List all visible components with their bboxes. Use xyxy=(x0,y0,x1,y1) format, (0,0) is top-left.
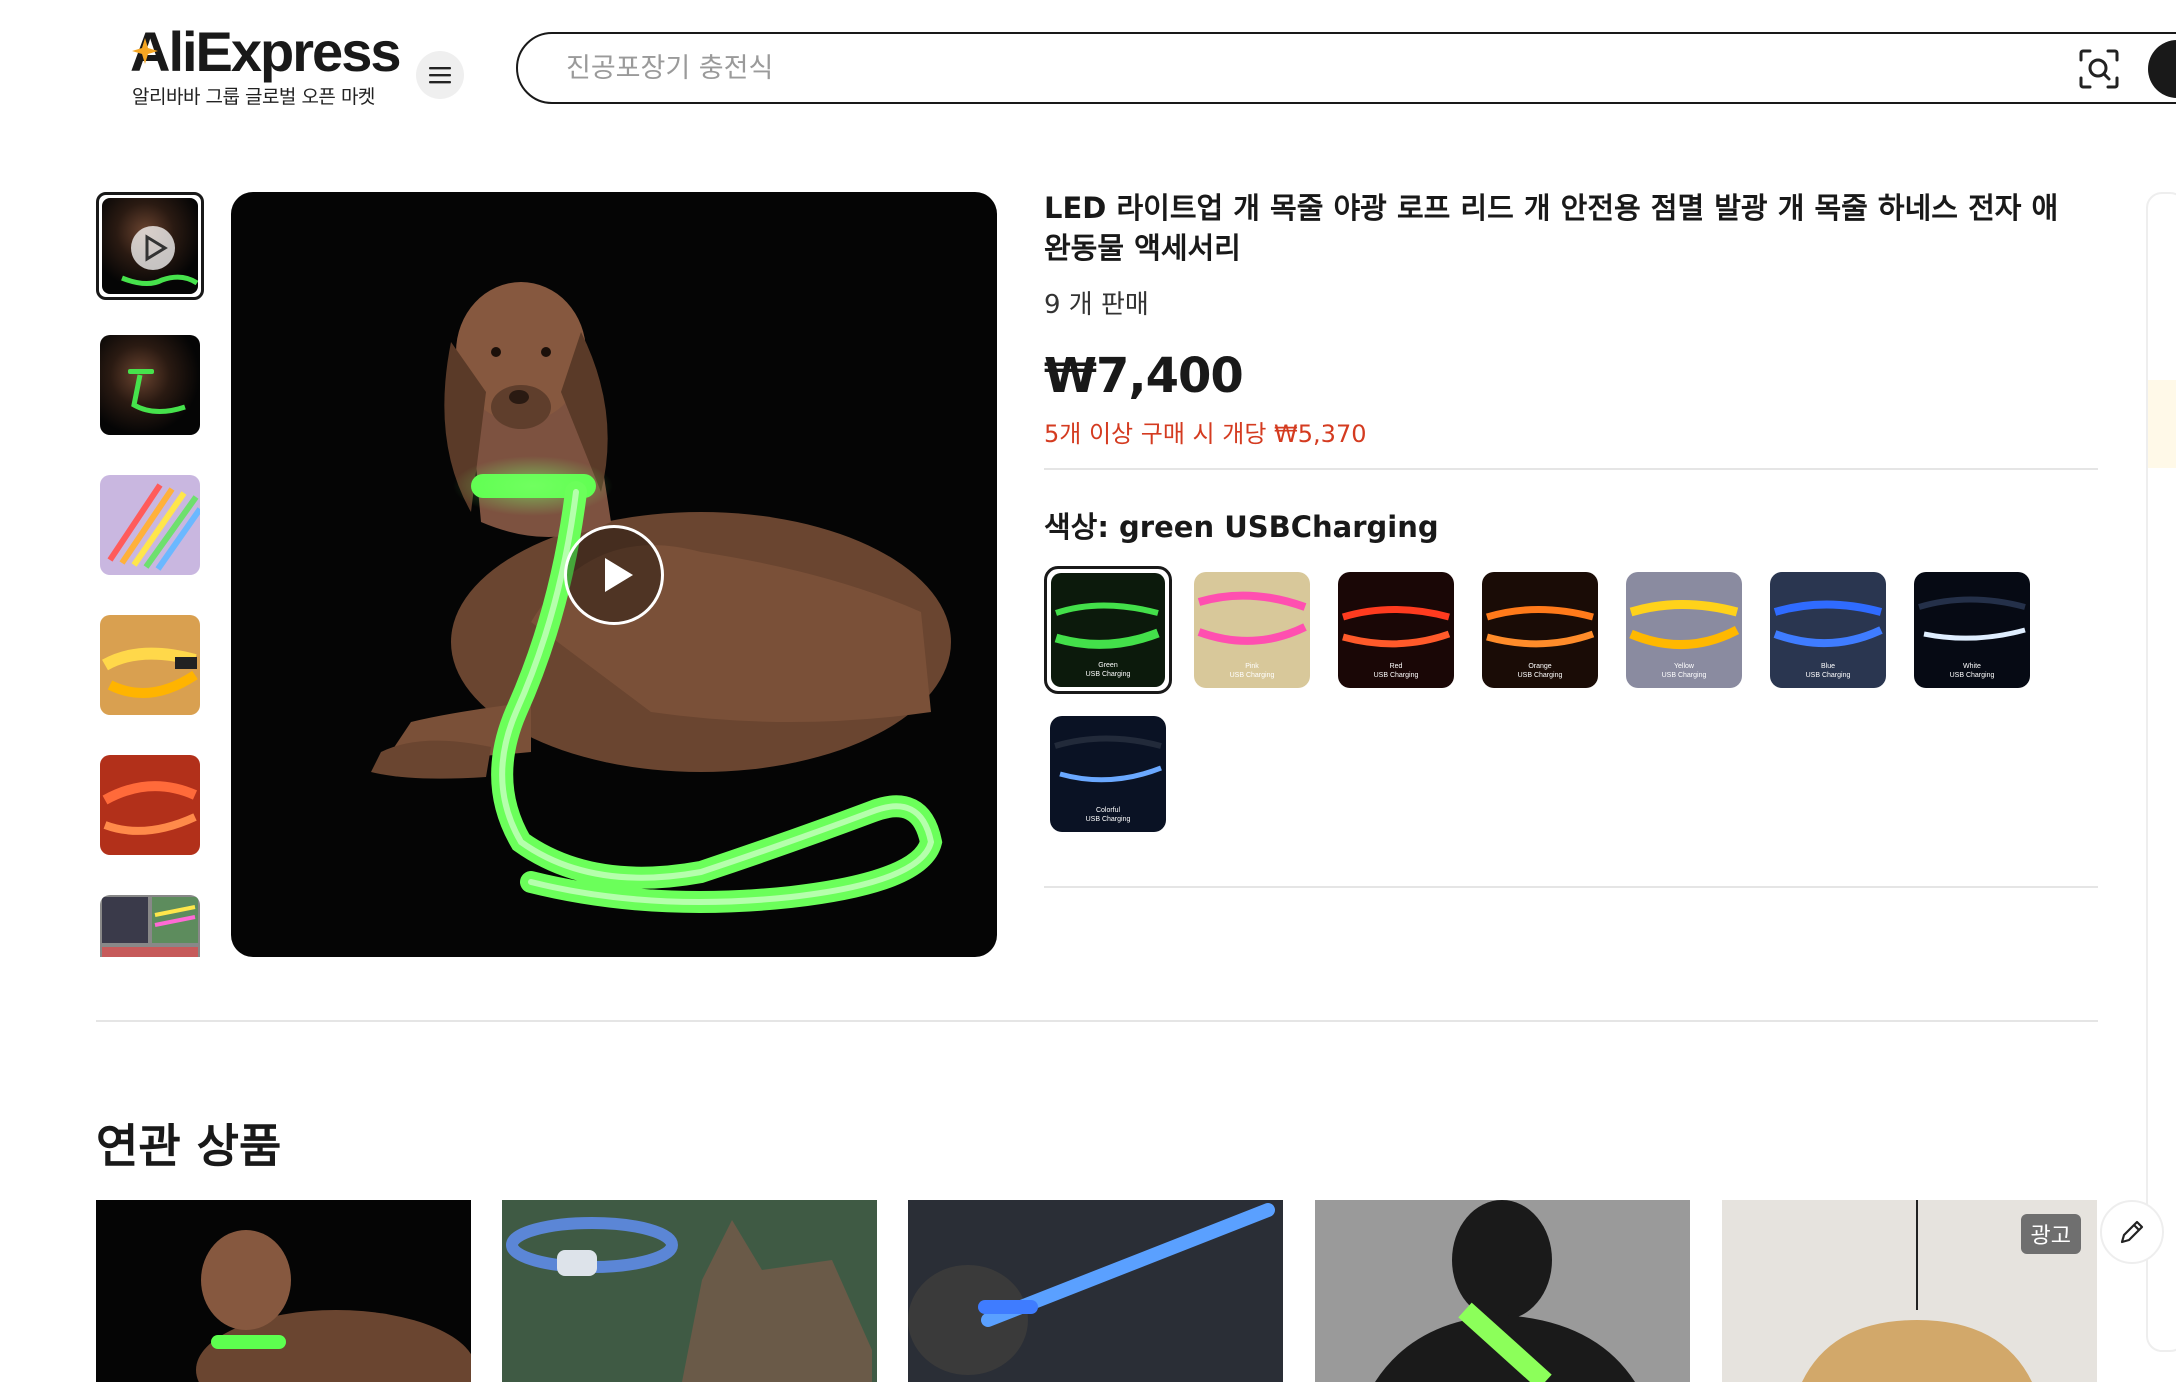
color-swatch-colorful[interactable]: Colorful USB Charging xyxy=(1050,716,1166,832)
swatch-sub: USB Charging xyxy=(1805,672,1851,679)
logo-star-icon xyxy=(132,38,158,64)
swatch-sub: USB Charging xyxy=(1949,672,1995,679)
related-product-image xyxy=(908,1203,1275,1375)
camera-search-icon[interactable] xyxy=(2078,48,2120,90)
video-play-button[interactable] xyxy=(564,525,664,625)
color-swatch-blue[interactable]: Blue USB Charging xyxy=(1770,572,1886,688)
ad-badge: 광고 xyxy=(2020,1214,2081,1254)
side-panel-highlight xyxy=(2148,380,2176,468)
swatch-sub: USB Charging xyxy=(1085,671,1131,678)
search-input[interactable] xyxy=(566,46,1966,90)
main-product-image[interactable] xyxy=(231,192,997,957)
divider xyxy=(1044,468,2098,470)
swatch-sub: USB Charging xyxy=(1085,816,1131,823)
related-product-image xyxy=(1375,1200,1635,1382)
swatch-name: Orange xyxy=(1528,663,1552,670)
thumbnail-collage[interactable] xyxy=(100,895,200,957)
swatch-name: Pink xyxy=(1245,663,1259,670)
swatch-name: Colorful xyxy=(1095,807,1121,814)
side-panel xyxy=(2146,192,2176,1352)
thumbnail-video-image xyxy=(121,226,198,286)
logo-subtitle: 알리바바 그룹 글로벌 오픈 마켓 xyxy=(132,86,375,108)
related-product-card[interactable] xyxy=(96,1200,471,1382)
color-selection-label: 색상: green USBCharging xyxy=(1044,510,1439,544)
color-swatch-yellow[interactable]: Yellow USB Charging xyxy=(1626,572,1742,688)
related-product-image xyxy=(196,1230,471,1382)
thumbnail-video[interactable] xyxy=(96,192,204,300)
thumbnail-rainbow-image xyxy=(107,483,200,571)
swatch-sub: USB Charging xyxy=(1229,672,1275,679)
related-product-image xyxy=(506,1217,872,1382)
menu-button[interactable] xyxy=(416,51,464,99)
swatch-sub: USB Charging xyxy=(1661,672,1707,679)
swatch-name: Green xyxy=(1098,662,1118,669)
thumbnail-rainbow[interactable] xyxy=(100,475,200,575)
bulk-discount-price: 5개 이상 구매 시 개당 ₩5,370 xyxy=(1044,420,1367,448)
pencil-icon xyxy=(2120,1220,2144,1244)
play-icon xyxy=(605,558,633,592)
thumbnail-red[interactable] xyxy=(100,755,200,855)
color-swatch-pink[interactable]: Pink USB Charging xyxy=(1194,572,1310,688)
thumbnail-list xyxy=(96,192,206,957)
hamburger-icon xyxy=(429,67,451,84)
edit-button[interactable] xyxy=(2100,1200,2164,1264)
thumbnail-dog-green-image xyxy=(128,369,186,414)
sold-count: 9 개 판매 xyxy=(1044,290,1149,320)
search-bar xyxy=(516,32,2176,104)
related-product-card[interactable] xyxy=(908,1200,1283,1382)
section-divider xyxy=(96,1020,2098,1022)
aliexpress-logo[interactable]: AliExpress 알리바바 그룹 글로벌 오픈 마켓 xyxy=(130,20,401,110)
logo-text: AliExpress xyxy=(130,20,401,83)
product-price: ₩7,400 xyxy=(1044,348,1244,404)
thumbnail-yellow[interactable] xyxy=(100,615,200,715)
product-title: LED 라이트업 개 목줄 야광 로프 리드 개 안전용 점멸 발광 개 목줄 … xyxy=(1044,191,2059,265)
swatch-name: Blue xyxy=(1820,663,1835,670)
swatch-name: Yellow xyxy=(1674,663,1694,670)
thumbnail-yellow-image xyxy=(102,647,198,698)
swatch-name: Red xyxy=(1389,663,1403,670)
swatch-sub: USB Charging xyxy=(1373,672,1419,679)
header: AliExpress 알리바바 그룹 글로벌 오픈 마켓 xyxy=(0,0,2176,140)
swatch-sub: USB Charging xyxy=(1517,672,1563,679)
divider xyxy=(1044,886,2098,888)
color-swatch-orange[interactable]: Orange USB Charging xyxy=(1482,572,1598,688)
related-product-card[interactable]: 광고 xyxy=(1722,1200,2097,1382)
thumbnail-red-image xyxy=(102,781,198,835)
color-swatch-white[interactable]: White USB Charging xyxy=(1914,572,2030,688)
thumbnail-dog-green[interactable] xyxy=(100,335,200,435)
search-submit-button[interactable] xyxy=(2148,40,2176,98)
related-product-card[interactable] xyxy=(502,1200,877,1382)
swatch-name: White xyxy=(1963,663,1981,670)
thumbnail-collage-image xyxy=(102,897,198,957)
color-swatch-green[interactable]: Green USB Charging xyxy=(1044,566,1172,694)
related-products-title: 연관 상품 xyxy=(96,1119,282,1173)
related-product-card[interactable] xyxy=(1315,1200,1690,1382)
color-swatch-red[interactable]: Red USB Charging xyxy=(1338,572,1454,688)
